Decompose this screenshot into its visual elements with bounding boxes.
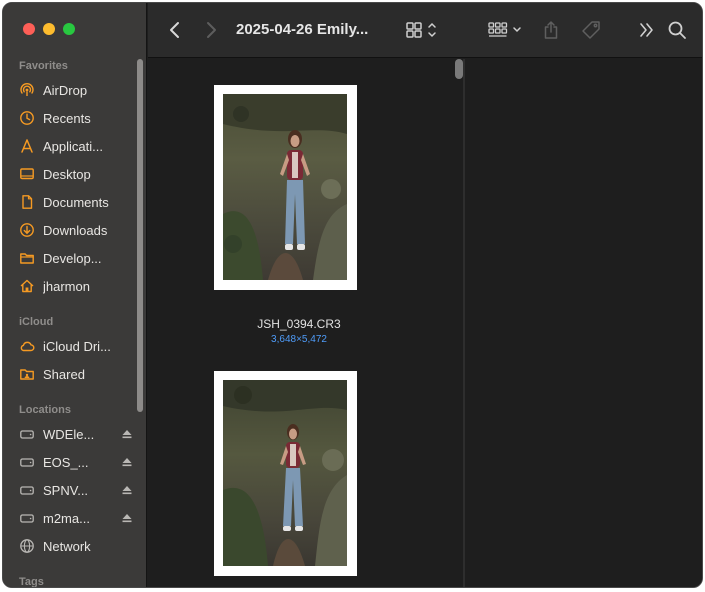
preview-pane — [465, 59, 702, 587]
sidebar-item-label: Recents — [43, 110, 91, 126]
clock-icon — [20, 111, 34, 125]
sidebar-item-documents[interactable]: Documents — [3, 188, 137, 216]
close-window-button[interactable] — [23, 23, 35, 35]
sidebar-item-m2ma[interactable]: m2ma... — [3, 504, 137, 532]
desktop-icon — [20, 168, 34, 180]
sidebar-item-desktop[interactable]: Desktop — [3, 160, 137, 188]
view-mode-button[interactable] — [404, 19, 440, 41]
favorites-section: Favorites AirDrop Recents Applicati... D… — [3, 58, 137, 300]
drive-icon — [20, 486, 34, 495]
sidebar-item-label: EOS_... — [43, 454, 89, 470]
content-scrollbar[interactable] — [455, 59, 463, 79]
chevron-right-icon — [207, 22, 216, 38]
sidebar: Favorites AirDrop Recents Applicati... D… — [3, 3, 147, 587]
file-thumbnail[interactable] — [214, 371, 357, 576]
shared-folder-icon — [20, 369, 34, 380]
chevron-down-icon — [513, 27, 521, 33]
applications-icon — [21, 139, 33, 153]
sidebar-item-label: Network — [43, 538, 91, 554]
tags-heading: Tags — [19, 576, 44, 588]
sidebar-item-label: Documents — [43, 194, 109, 210]
sidebar-item-label: jharmon — [43, 278, 90, 294]
window-controls — [23, 23, 75, 35]
double-chevron-icon — [640, 23, 653, 37]
file-thumbnail[interactable] — [214, 85, 357, 290]
tag-button[interactable] — [580, 19, 602, 41]
minimize-window-button[interactable] — [43, 23, 55, 35]
photo-preview — [223, 380, 347, 566]
sidebar-scrollbar[interactable] — [137, 59, 143, 412]
chevron-left-icon — [170, 22, 179, 38]
sidebar-item-eos[interactable]: EOS_... — [3, 448, 137, 476]
sidebar-item-label: AirDrop — [43, 82, 88, 98]
sidebar-item-label: Develop... — [43, 250, 102, 266]
sidebar-item-icloud-drive[interactable]: iCloud Dri... — [3, 332, 137, 360]
up-down-chevron-icon — [428, 22, 436, 38]
network-icon — [20, 539, 34, 553]
sidebar-item-spnv[interactable]: SPNV... — [3, 476, 137, 504]
sidebar-item-label: iCloud Dri... — [43, 338, 111, 354]
home-icon — [20, 279, 34, 293]
drive-icon — [20, 458, 34, 467]
eject-icon[interactable] — [121, 484, 133, 496]
share-icon — [544, 21, 558, 39]
airdrop-icon — [20, 83, 34, 96]
sidebar-item-network[interactable]: Network — [3, 532, 137, 560]
drive-icon — [20, 430, 34, 439]
file-browser-content[interactable]: JSH_0394.CR3 3,648×5,472 — [148, 59, 450, 587]
toolbar: 2025-04-26 Emily... — [148, 3, 702, 58]
download-icon — [20, 223, 34, 237]
group-by-icon — [488, 22, 508, 37]
photo-preview — [223, 94, 347, 280]
tags-section: Tags — [3, 574, 137, 588]
sidebar-item-shared[interactable]: Shared — [3, 360, 137, 388]
drive-icon — [20, 514, 34, 523]
sidebar-item-downloads[interactable]: Downloads — [3, 216, 137, 244]
sidebar-item-recents[interactable]: Recents — [3, 104, 137, 132]
eject-icon[interactable] — [121, 428, 133, 440]
folder-icon — [20, 253, 34, 264]
group-by-button[interactable] — [486, 19, 526, 41]
sidebar-item-develop[interactable]: Develop... — [3, 244, 137, 272]
sidebar-item-airdrop[interactable]: AirDrop — [3, 76, 137, 104]
icloud-section: iCloud iCloud Dri... Shared — [3, 314, 137, 388]
sidebar-item-wdele[interactable]: WDEle... — [3, 420, 137, 448]
cloud-icon — [20, 341, 35, 352]
search-button[interactable] — [666, 19, 688, 41]
locations-heading: Locations — [19, 404, 71, 416]
sidebar-item-label: SPNV... — [43, 482, 89, 498]
finder-window: Favorites AirDrop Recents Applicati... D… — [2, 2, 703, 588]
favorites-heading: Favorites — [19, 60, 68, 72]
eject-icon[interactable] — [121, 456, 133, 468]
icloud-heading: iCloud — [19, 316, 54, 328]
sidebar-item-jharmon[interactable]: jharmon — [3, 272, 137, 300]
sidebar-item-label: Shared — [43, 366, 85, 382]
share-button[interactable] — [540, 19, 562, 41]
sidebar-item-label: Applicati... — [43, 138, 103, 154]
file-name-label[interactable]: JSH_0394.CR3 — [148, 317, 450, 331]
tag-icon — [582, 21, 600, 39]
sidebar-item-label: Downloads — [43, 222, 108, 238]
document-icon — [22, 195, 33, 209]
zoom-window-button[interactable] — [63, 23, 75, 35]
more-toolbar-button[interactable] — [636, 19, 658, 41]
sidebar-item-label: WDEle... — [43, 426, 95, 442]
search-icon — [668, 21, 686, 39]
sidebar-item-applications[interactable]: Applicati... — [3, 132, 137, 160]
grid-view-icon — [406, 22, 422, 38]
forward-button[interactable] — [200, 19, 222, 41]
window-title: 2025-04-26 Emily... — [236, 21, 369, 38]
back-button[interactable] — [164, 19, 186, 41]
eject-icon[interactable] — [121, 512, 133, 524]
sidebar-item-label: Desktop — [43, 166, 91, 182]
file-dimensions-label: 3,648×5,472 — [271, 334, 327, 345]
sidebar-item-label: m2ma... — [43, 510, 90, 526]
locations-section: Locations WDEle... EOS_... SPNV... m2ma.… — [3, 402, 137, 560]
